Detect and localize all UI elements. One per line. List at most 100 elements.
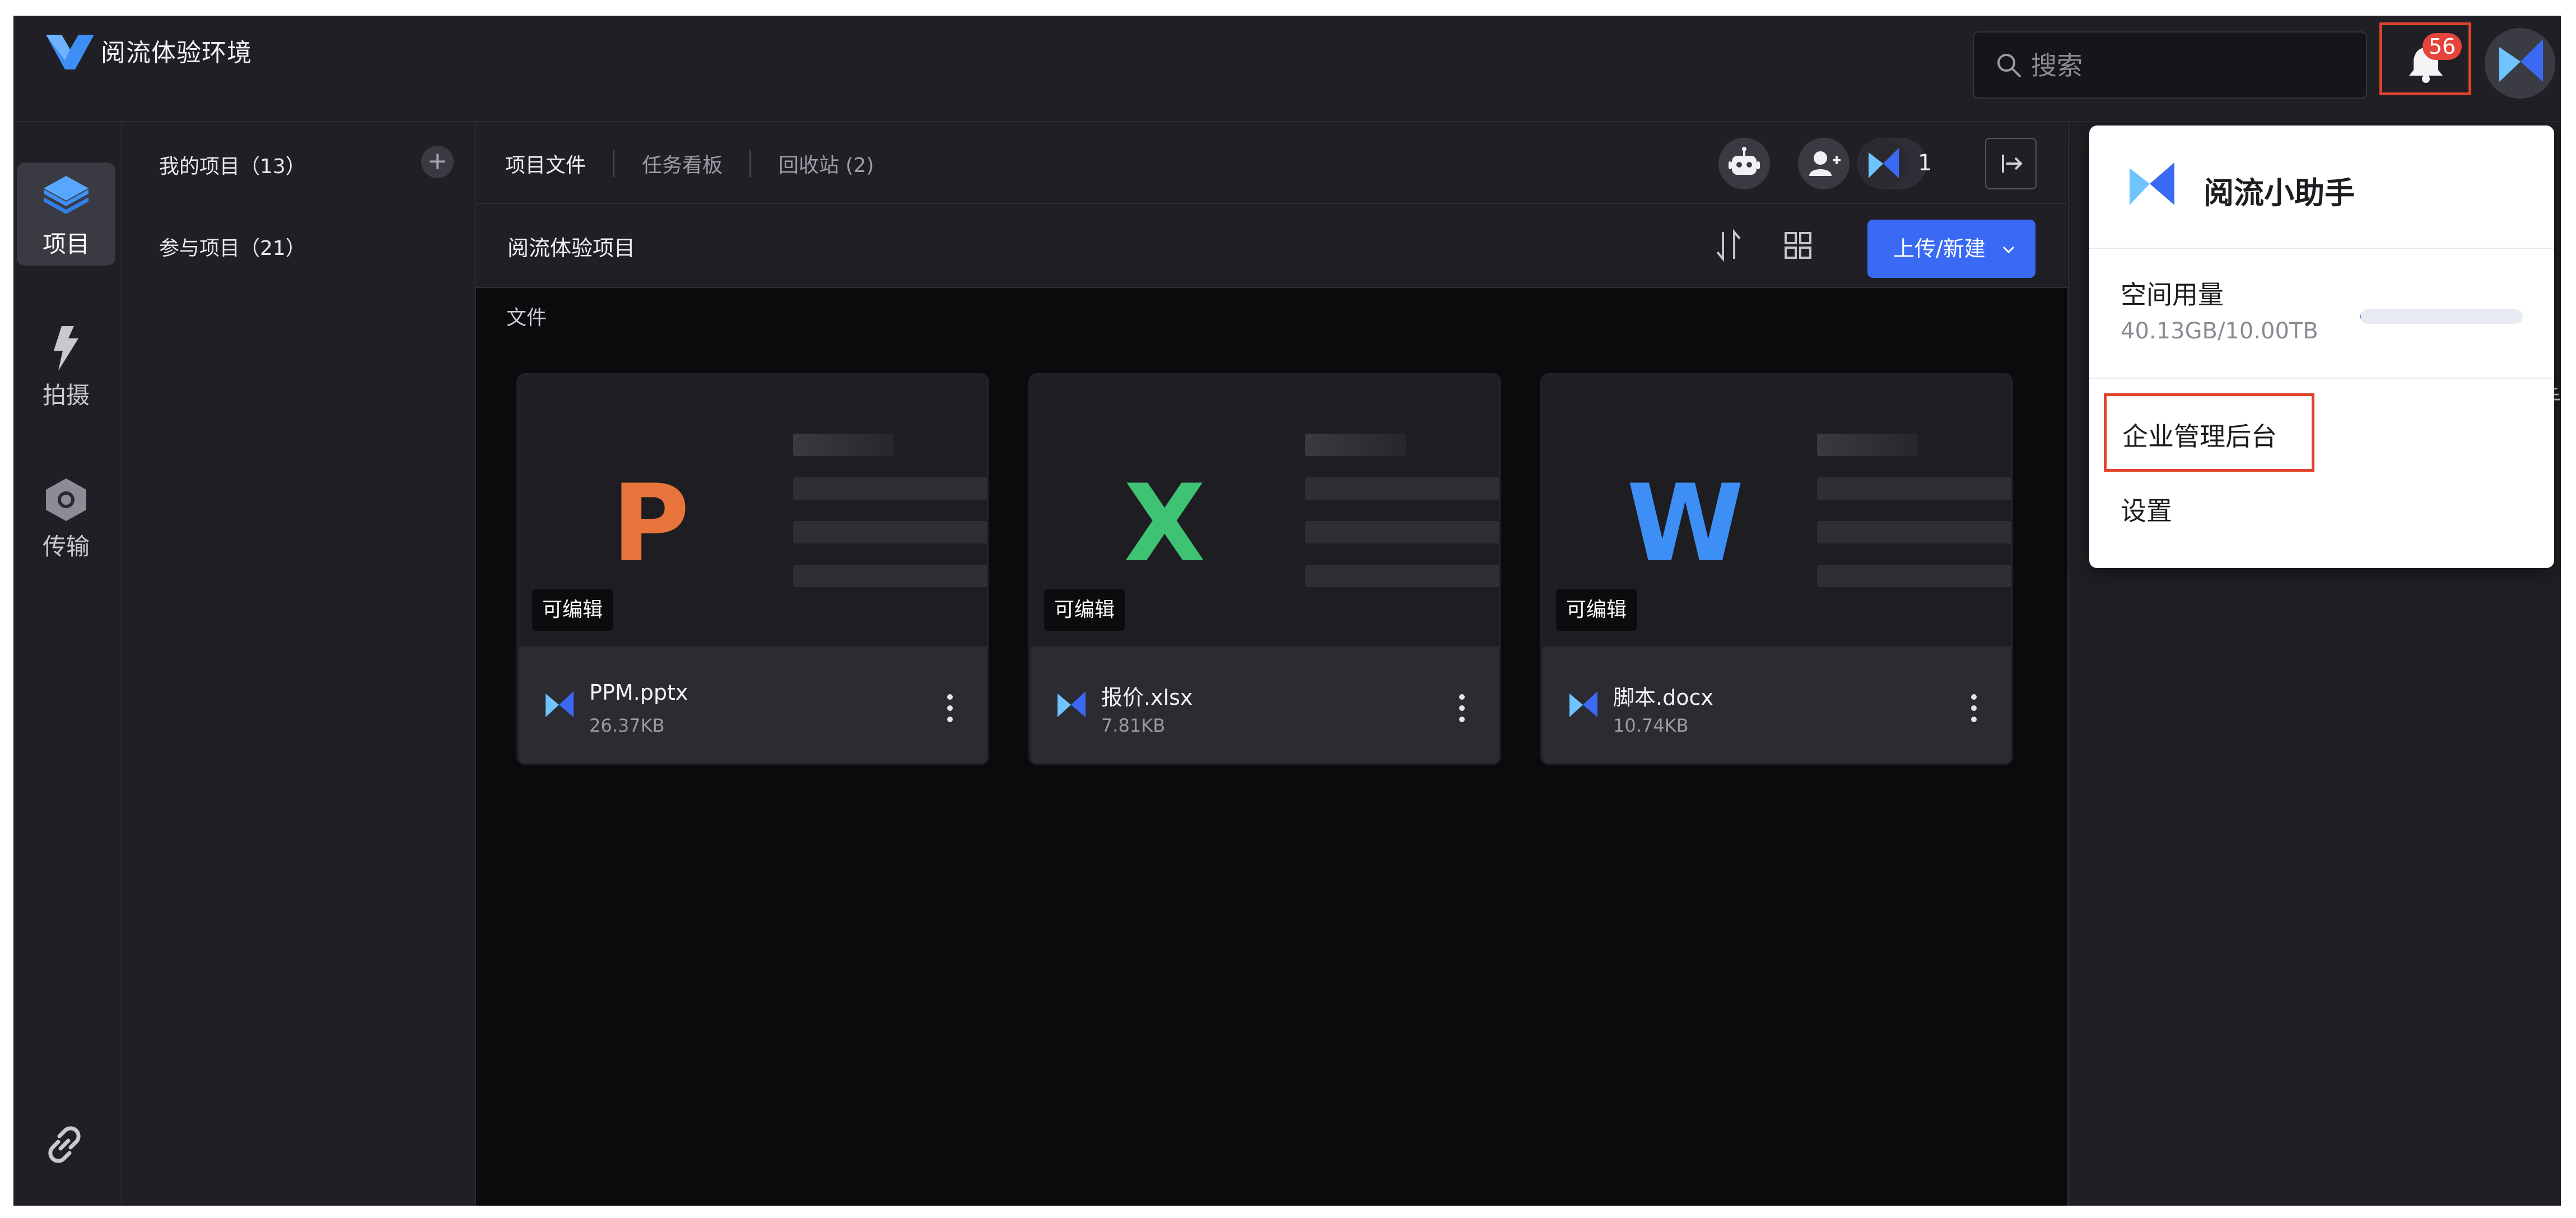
panel-toggle-icon — [2002, 155, 2023, 173]
more-options-icon[interactable] — [1457, 691, 1466, 725]
thumbnail-line — [1305, 477, 1499, 500]
link-icon[interactable] — [39, 1119, 90, 1170]
tab-divider — [749, 150, 751, 177]
member-avatar-icon — [1858, 139, 1908, 188]
xls-file-icon: X — [1124, 462, 1206, 585]
rail-item-transfer[interactable]: 传输 — [17, 465, 115, 568]
file-name: PPM.pptx — [589, 680, 688, 705]
file-size: 7.81KB — [1101, 715, 1166, 736]
add-member-button[interactable] — [1798, 138, 1850, 189]
divider — [2089, 248, 2554, 249]
thumbnail-line — [1817, 565, 2011, 587]
notification-badge: 56 — [2423, 33, 2462, 60]
member-list[interactable] — [1857, 138, 1927, 189]
editable-badge: 可编辑 — [1556, 589, 1637, 631]
tab-recycle-bin[interactable]: 回收站 (2) — [779, 149, 874, 178]
rail-item-projects[interactable]: 项目 — [17, 162, 115, 266]
collapse-panel-button[interactable] — [1985, 138, 2037, 189]
space-usage-label: 空间用量 — [2121, 280, 2224, 310]
thumbnail-line — [793, 565, 987, 587]
app-title: 阅流体验环境 — [101, 39, 252, 67]
file-thumbnail: X 可编辑 — [1031, 375, 1499, 647]
file-type-logo-icon — [546, 691, 574, 717]
app-logo-icon — [46, 35, 94, 69]
thumbnail-line — [1817, 434, 1918, 456]
top-bar: 阅流体验环境 56 — [13, 16, 2561, 122]
thumbnail-line — [793, 434, 894, 456]
sort-icon[interactable] — [1711, 227, 1746, 263]
add-project-button[interactable]: + — [421, 146, 454, 178]
tab-project-files[interactable]: 项目文件 — [505, 149, 586, 178]
space-usage-value: 40.13GB/10.00TB — [2121, 318, 2318, 344]
thumbnail-line — [1305, 434, 1406, 456]
space-usage-fill — [2360, 309, 2361, 324]
left-rail: 项目 拍摄 传输 — [13, 122, 122, 1206]
thumbnail-line — [1817, 521, 2011, 543]
upload-new-button[interactable]: 上传/新建 — [1867, 220, 2035, 278]
add-user-icon — [1809, 151, 1841, 176]
breadcrumb-bar: 阅流体验项目 上传/新建 — [476, 204, 2067, 288]
files-section-title: 文件 — [506, 306, 547, 329]
rail-item-label: 项目 — [42, 230, 90, 258]
more-options-icon[interactable] — [1969, 691, 1978, 725]
thumbnail-line — [793, 477, 987, 500]
hexagon-icon — [46, 478, 86, 521]
my-projects-item[interactable]: 我的项目（13） — [159, 150, 306, 179]
thumbnail-line — [1305, 565, 1499, 587]
editable-badge: 可编辑 — [532, 589, 613, 631]
settings-menu-item[interactable]: 设置 — [2121, 491, 2172, 528]
file-card-quote[interactable]: X 可编辑 报价.xlsx 7.81KB — [1028, 373, 1501, 765]
notification-button[interactable]: 56 — [2379, 22, 2471, 95]
project-list: 我的项目（13） + 参与项目（21） — [122, 122, 476, 1206]
file-card-ppm[interactable]: P 可编辑 PPM.pptx 26.37KB — [516, 373, 989, 765]
rail-item-shoot[interactable]: 拍摄 — [17, 314, 115, 417]
thumbnail-line — [793, 521, 987, 543]
main-area: 项目文件 任务看板 回收站 (2) 1 阅流体验项目 上传/新建 文件 P 可编… — [476, 122, 2067, 1206]
file-type-logo-icon — [1569, 691, 1597, 717]
more-options-icon[interactable] — [945, 691, 954, 725]
search-icon — [1997, 54, 2021, 77]
thumbnail-line — [1817, 477, 2011, 500]
dropdown-title: 阅流小助手 — [2204, 175, 2355, 211]
lightning-icon — [54, 326, 78, 371]
upload-new-label: 上传/新建 — [1893, 236, 1986, 261]
tab-task-board[interactable]: 任务看板 — [642, 149, 723, 178]
file-size: 26.37KB — [589, 715, 665, 736]
rail-item-label: 传输 — [42, 533, 90, 560]
assistant-logo-icon — [2130, 162, 2174, 205]
user-dropdown-menu: 阅流小助手 空间用量 40.13GB/10.00TB 企业管理后台 设置 — [2089, 125, 2554, 568]
file-meta: 报价.xlsx 7.81KB — [1031, 647, 1499, 763]
doc-file-icon: W — [1627, 462, 1744, 585]
avatar-logo-icon — [2499, 39, 2543, 82]
file-card-script[interactable]: W 可编辑 脚本.docx 10.74KB — [1540, 373, 2013, 765]
file-type-logo-icon — [1058, 691, 1086, 717]
search-box[interactable] — [1973, 31, 2367, 99]
file-name: 脚本.docx — [1613, 685, 1713, 710]
file-thumbnail: P 可编辑 — [519, 375, 987, 647]
thumbnail-line — [1305, 521, 1499, 543]
user-avatar[interactable] — [2485, 28, 2555, 99]
member-count: 1 — [1918, 150, 1932, 176]
divider — [2089, 378, 2554, 379]
space-usage-bar — [2360, 309, 2523, 324]
enterprise-admin-label: 企业管理后台 — [2122, 421, 2277, 452]
breadcrumb[interactable]: 阅流体验项目 — [507, 231, 635, 262]
search-input[interactable] — [2030, 43, 2346, 89]
chevron-down-icon — [2002, 246, 2015, 254]
joined-projects-item[interactable]: 参与项目（21） — [159, 232, 306, 261]
file-name: 报价.xlsx — [1101, 685, 1193, 710]
ppt-file-icon: P — [612, 462, 690, 585]
file-meta: PPM.pptx 26.37KB — [519, 647, 987, 763]
rail-item-label: 拍摄 — [42, 382, 90, 409]
file-meta: 脚本.docx 10.74KB — [1543, 647, 2011, 763]
grid-view-icon[interactable] — [1780, 227, 1816, 263]
app-window: 阅流体验环境 56 — [13, 16, 2561, 1206]
tab-bar: 项目文件 任务看板 回收站 (2) 1 — [476, 122, 2067, 204]
enterprise-admin-menu-item[interactable]: 企业管理后台 — [2104, 393, 2314, 472]
layers-icon — [44, 176, 88, 214]
robot-icon — [1729, 147, 1760, 175]
file-thumbnail: W 可编辑 — [1543, 375, 2011, 647]
editable-badge: 可编辑 — [1044, 589, 1125, 631]
tab-divider — [613, 150, 614, 177]
robot-button[interactable] — [1718, 138, 1770, 189]
